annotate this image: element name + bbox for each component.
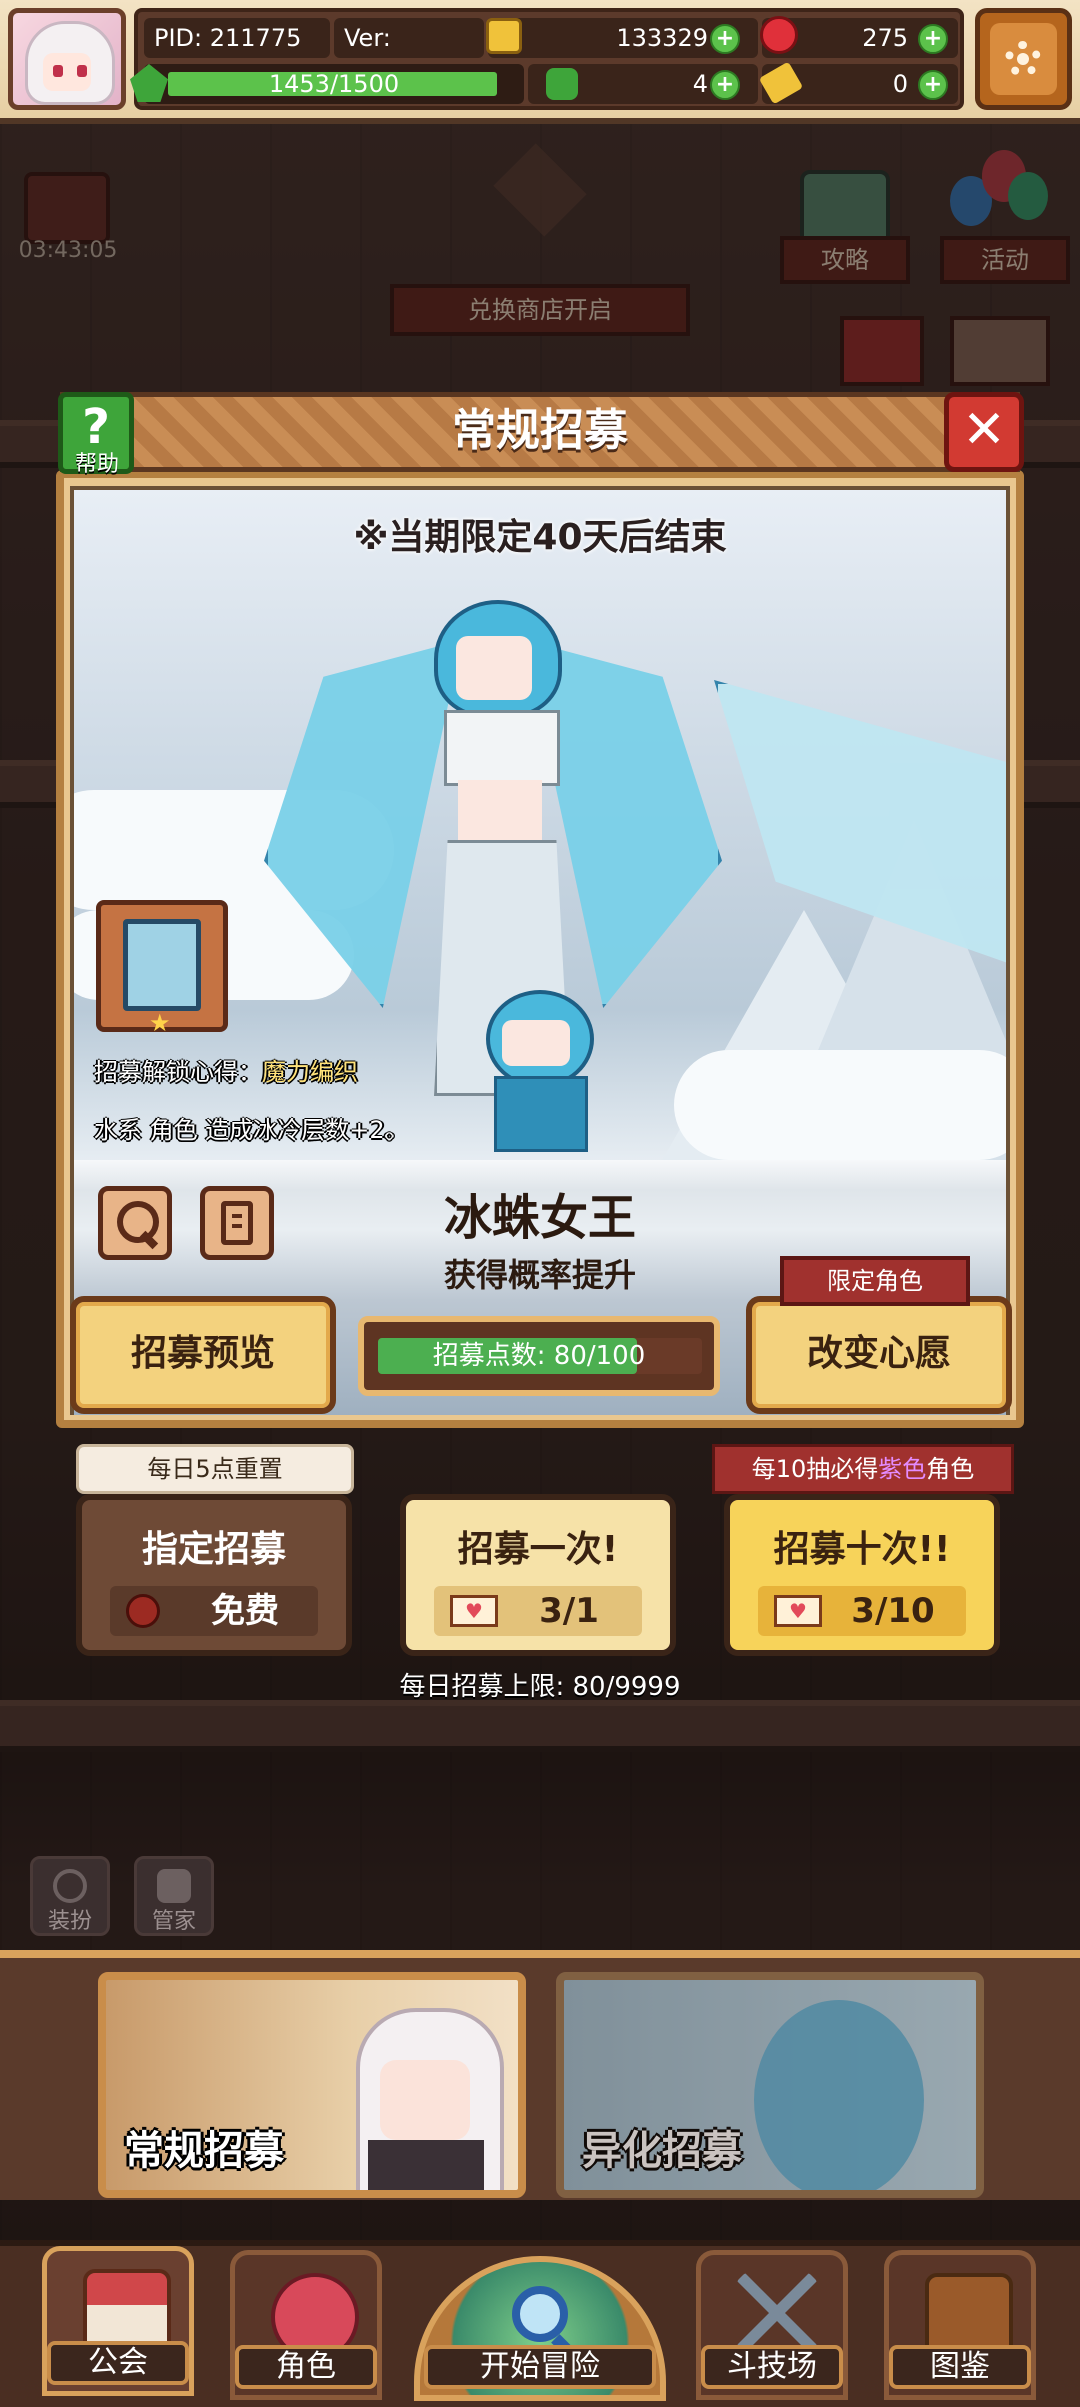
- heart-ticket-icon: ♥: [774, 1595, 822, 1627]
- limited-character-tag: 限定角色: [780, 1256, 970, 1306]
- skill-unlock-line: 招募解锁心得：魔力编织: [94, 1052, 358, 1087]
- star-icon: ★: [149, 1009, 171, 1037]
- rate-up-text: 获得概率提升: [443, 1256, 636, 1294]
- recruit-once-cost: 3/1: [539, 1591, 599, 1631]
- butler-button[interactable]: 管家: [134, 1856, 214, 1936]
- unlock-skill-card[interactable]: ★: [96, 900, 228, 1037]
- settings-button[interactable]: [975, 8, 1072, 110]
- recruit-points-text: 招募点数: 80/100: [432, 1341, 646, 1371]
- nav-codex[interactable]: 图鉴: [884, 2250, 1036, 2400]
- nav-arena[interactable]: 斗技场: [696, 2250, 848, 2400]
- details-button[interactable]: [200, 1186, 274, 1260]
- special-recruit-tab[interactable]: 异化招募: [556, 1972, 984, 2198]
- add-clover-button[interactable]: +: [710, 70, 740, 100]
- close-icon: ✕: [962, 400, 1006, 460]
- ice-queen-portrait: [754, 2000, 924, 2190]
- stamina-bar: 1453/1500: [144, 64, 524, 104]
- special-recruit-label: 异化招募: [582, 2128, 742, 2174]
- spellbook-icon: [123, 919, 201, 1011]
- stamina-text: 1453/1500: [268, 70, 400, 98]
- document-icon: [221, 1201, 253, 1245]
- skill-unlock-label: 招募解锁心得：: [94, 1058, 262, 1086]
- close-button[interactable]: ✕: [944, 392, 1024, 472]
- nav-character[interactable]: 角色: [230, 2250, 382, 2400]
- gold-coin-icon: [486, 18, 522, 54]
- ruby-icon: [126, 1594, 160, 1628]
- butler-icon: [157, 1869, 191, 1903]
- recruit-once-label: 招募一次!: [457, 1529, 619, 1570]
- gem-icon: [760, 16, 798, 54]
- nav-arena-label: 斗技场: [701, 2345, 843, 2389]
- daily-reset-tag: 每日5点重置: [76, 1444, 354, 1494]
- queen-torso: [444, 710, 560, 786]
- nav-start-adventure-label: 开始冒险: [424, 2345, 656, 2389]
- designated-recruit-label: 指定招募: [141, 1529, 286, 1570]
- recruit-ten-button[interactable]: 招募十次!! ♥ 3/10: [724, 1494, 1000, 1656]
- clover-icon: [546, 68, 578, 100]
- add-gem-button[interactable]: +: [918, 24, 948, 54]
- player-id: PID: 211775: [144, 18, 330, 58]
- player-info-panel: PID: 211775 Ver: 1.0.0.0 133329 + 275 + …: [130, 8, 964, 110]
- player-avatar[interactable]: [8, 8, 126, 110]
- recruit-points-bar: 招募点数: 80/100: [358, 1316, 720, 1396]
- magnifier-icon: [117, 1201, 159, 1243]
- nav-codex-label: 图鉴: [889, 2345, 1031, 2389]
- designated-recruit-button[interactable]: 指定招募 免费: [76, 1494, 352, 1656]
- daily-recruit-limit: 每日招募上限: 80/9999: [399, 1672, 681, 1702]
- character-name: 冰蛛女王: [443, 1190, 636, 1246]
- recruit-ten-cost: 3/10: [851, 1591, 935, 1631]
- limited-period-notice: ※当期限定40天后结束: [353, 517, 727, 558]
- nav-guild-label: 公会: [47, 2341, 189, 2385]
- game-version: Ver: 1.0.0.0: [334, 18, 484, 92]
- zoom-button[interactable]: [98, 1186, 172, 1260]
- normal-recruit-tab[interactable]: 常规招募: [98, 1972, 526, 2198]
- recruit-ten-label: 招募十次!!: [773, 1529, 951, 1570]
- add-gold-button[interactable]: +: [710, 24, 740, 54]
- dressup-button[interactable]: 装扮: [30, 1856, 110, 1936]
- change-wish-button[interactable]: 改变心愿: [746, 1296, 1012, 1414]
- crossed-swords-icon: [737, 2273, 817, 2353]
- hanger-icon: [53, 1869, 87, 1903]
- skill-description: 水系 角色 造成冰冷层数+2。: [94, 1116, 409, 1144]
- add-ticket-button[interactable]: +: [918, 70, 948, 100]
- help-label: 帮助: [74, 452, 119, 477]
- modal-title: 常规招募: [452, 405, 628, 456]
- nav-guild[interactable]: 公会: [42, 2246, 194, 2396]
- normal-recruit-label: 常规招募: [124, 2128, 284, 2174]
- recruit-once-button[interactable]: 招募一次! ♥ 3/1: [400, 1494, 676, 1656]
- skill-unlock-name: 魔力编织: [262, 1058, 358, 1086]
- guarantee-tag: 每10抽必得紫色角色: [712, 1444, 1014, 1494]
- designated-recruit-cost: 免费: [211, 1591, 279, 1631]
- heart-ticket-icon: ♥: [450, 1595, 498, 1627]
- recruit-preview-button[interactable]: 招募预览: [70, 1296, 336, 1414]
- nav-character-label: 角色: [235, 2345, 377, 2389]
